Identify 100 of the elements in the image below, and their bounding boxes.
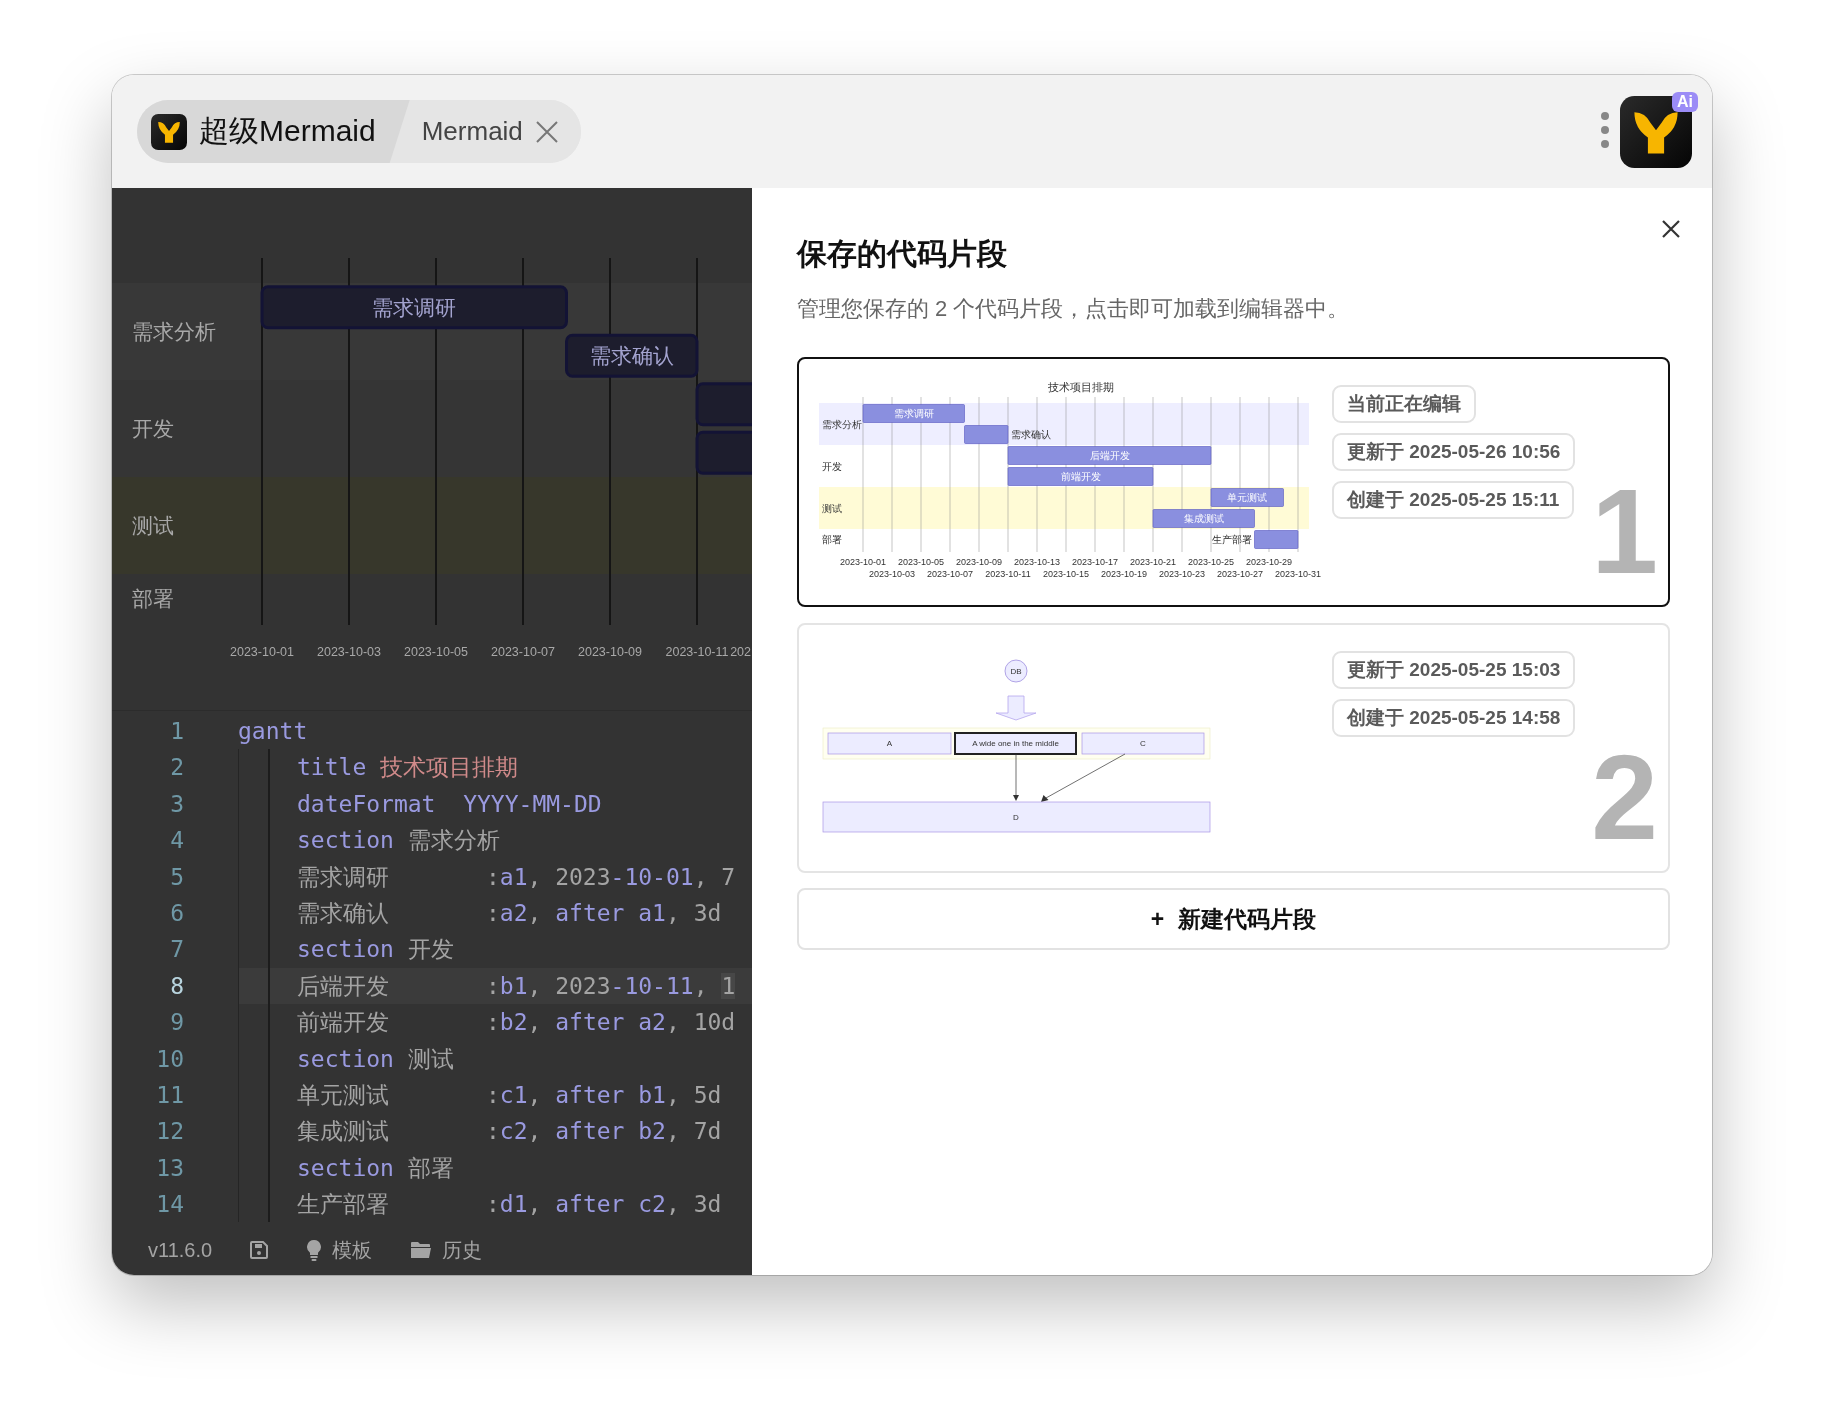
- new-snippet-button[interactable]: + 新建代码片段: [797, 888, 1670, 950]
- block-arrow: [995, 695, 1037, 721]
- axis-label: 2023-10-17: [1072, 557, 1118, 567]
- section-label: 开发: [132, 417, 174, 440]
- section-label: 测试: [822, 502, 842, 514]
- axis-label: 2023-10-23: [1159, 569, 1205, 579]
- task-bar: [695, 382, 752, 427]
- code-line: 生产部署 :d1, after c2, 3d: [297, 1190, 722, 1220]
- axis-label: 2023-10-07: [927, 569, 973, 579]
- node-label: A: [886, 739, 893, 748]
- task-label: 集成测试: [1183, 513, 1224, 524]
- toolbar-button[interactable]: 模板: [306, 1236, 373, 1264]
- code-line: 需求确认 :a2, after a1, 3d: [297, 898, 722, 928]
- bulb-icon: [306, 1239, 323, 1261]
- node-label: A wide one in the middle: [972, 739, 1059, 748]
- close-icon[interactable]: [534, 119, 559, 144]
- line-number: 3: [169, 789, 184, 819]
- dialog-title: 保存的代码片段: [797, 236, 1008, 272]
- code-line: 需求调研 :a1, 2023-10-01, 7: [297, 862, 736, 892]
- save-icon: [250, 1241, 269, 1259]
- save-button[interactable]: [250, 1241, 269, 1259]
- axis-label: 2023-10-05: [898, 557, 944, 567]
- axis-label: 2023-10-09: [956, 557, 1002, 567]
- section-label: 需求分析: [822, 418, 862, 430]
- assistant-button[interactable]: [1620, 95, 1692, 168]
- task-label: 单元测试: [1227, 492, 1268, 503]
- axis-label: 2023-10-19: [1101, 569, 1147, 579]
- line-number: 11: [155, 1080, 184, 1110]
- axis-label: 2023-10-11: [985, 569, 1031, 579]
- line-number: 6: [169, 898, 184, 928]
- ai-badge: Ai: [1672, 91, 1698, 112]
- toolbar-button[interactable]: 历史: [410, 1236, 483, 1264]
- tab[interactable]: 超级Mermaid: [137, 100, 410, 163]
- section-label: 部署: [822, 534, 842, 545]
- axis-label: 202: [730, 645, 751, 659]
- task-label: 需求确认: [589, 344, 674, 368]
- axis-label: 2023-10-09: [578, 645, 642, 659]
- snippet-number: 1: [1591, 471, 1658, 591]
- axis-label: 2023-10-03: [317, 645, 381, 659]
- task-label: 需求调研: [893, 408, 934, 419]
- line-number: 5: [169, 862, 184, 892]
- dialog-description: 管理您保存的 2 个代码片段，点击即可加载到编辑器中。: [797, 295, 1351, 323]
- axis-label: 2023-10-13: [1014, 557, 1060, 567]
- app-logo-icon: [151, 113, 187, 150]
- line-number: 1: [169, 717, 184, 746]
- snippet-card[interactable]: DB A A wide one in the middle C D 更新于 2025-05-25 15:03 创建于 2025-05-25 14:58 2: [797, 623, 1670, 873]
- line-number: 10: [155, 1044, 184, 1074]
- axis-label: 2023-10-01: [230, 645, 294, 659]
- circle-node: [1004, 659, 1028, 683]
- axis-label: 2023-10-27: [1217, 569, 1263, 579]
- line-number: 13: [155, 1153, 184, 1183]
- app-logo-icon: [1620, 95, 1692, 168]
- task-label: 前端开发: [1060, 471, 1101, 482]
- line-number: 4: [169, 826, 184, 856]
- line-number: 14: [155, 1190, 184, 1220]
- version-label: v11.6.0: [148, 1238, 213, 1262]
- section-label: 开发: [822, 460, 842, 472]
- code-line: section 开发: [297, 935, 454, 965]
- axis-label: 2023-10-07: [491, 645, 555, 659]
- task-label: 需求调研: [372, 295, 457, 319]
- code-line: section 测试: [297, 1044, 454, 1074]
- task-label: 生产部署: [1211, 534, 1252, 545]
- snippet-card[interactable]: [797, 357, 1670, 607]
- node-label: D: [1013, 812, 1019, 822]
- snippet-tag: 更新于 2025-05-26 10:56: [1332, 433, 1576, 471]
- task-bar: [695, 430, 752, 475]
- section-label: 需求分析: [132, 320, 216, 343]
- code-line: title 技术项目排期: [297, 753, 519, 783]
- snippet-tag: 更新于 2025-05-25 15:03: [1332, 651, 1576, 689]
- task-bar: [964, 425, 1009, 444]
- snippet-number: 2: [1591, 737, 1658, 857]
- snippet-tag: 创建于 2025-05-25 14:58: [1332, 699, 1576, 737]
- line-number: 2: [169, 753, 184, 783]
- node-label: DB: [1010, 667, 1022, 676]
- code-line: 后端开发 :b1, 2023-10-11, 1: [297, 971, 736, 1001]
- axis-label: 2023-10-29: [1246, 557, 1292, 567]
- axis-label: 2023-10-31: [1275, 569, 1321, 579]
- line-number: 7: [169, 935, 184, 965]
- task-bar: [1254, 530, 1299, 549]
- node-label: C: [1140, 739, 1146, 748]
- folder-icon: [410, 1241, 433, 1259]
- code-line: section 需求分析: [297, 826, 500, 856]
- task-label: 后端开发: [1089, 450, 1130, 461]
- axis-label: 2023-10-05: [404, 645, 468, 659]
- code-line: 前端开发 :b2, after a2, 10d: [297, 1008, 736, 1038]
- line-number: 9: [169, 1008, 184, 1038]
- code-line: dateFormat YYYY-MM-DD: [297, 789, 602, 819]
- code-line: section 部署: [297, 1153, 454, 1183]
- axis-label: 2023-10-21: [1130, 557, 1176, 567]
- task-label: 需求确认: [1011, 429, 1051, 440]
- snippet-tag: 当前正在编辑: [1332, 385, 1476, 423]
- snippet-tag: 创建于 2025-05-25 15:11: [1332, 481, 1575, 519]
- axis-label: 2023-10-03: [869, 569, 915, 579]
- section-label: 部署: [132, 586, 174, 610]
- code-line: 集成测试 :c2, after b2, 7d: [297, 1117, 722, 1147]
- section-label: 测试: [132, 514, 174, 537]
- axis-label: 2023-10-15: [1043, 569, 1089, 579]
- chart-title: 技术项目排期: [1048, 381, 1114, 393]
- axis-label: 2023-10-25: [1188, 557, 1234, 567]
- line-number: 8: [169, 971, 184, 1001]
